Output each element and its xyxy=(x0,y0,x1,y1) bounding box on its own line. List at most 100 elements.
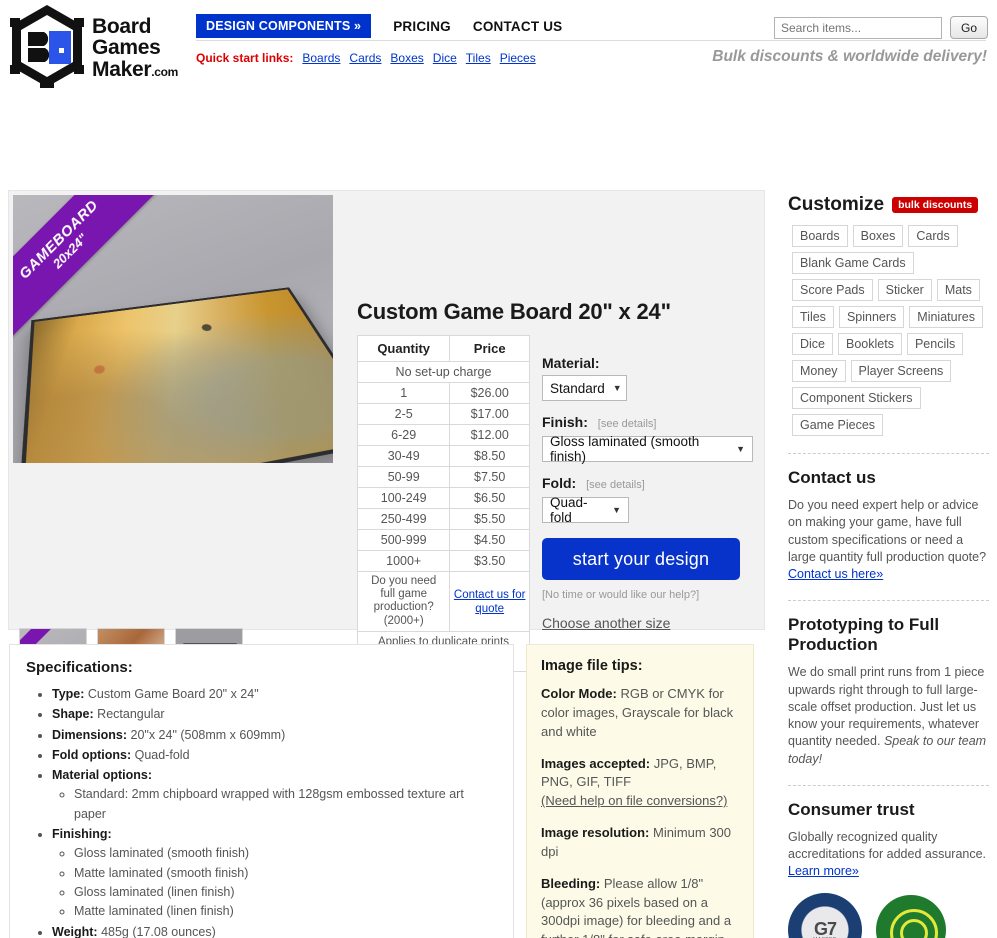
contact-us-for-quote-link[interactable]: Contact us for quote xyxy=(454,589,526,615)
customize-chip-mats[interactable]: Mats xyxy=(936,279,980,301)
tip-resolution-label: Image resolution: xyxy=(541,825,650,841)
customize-chip-cards[interactable]: Cards xyxy=(908,225,958,247)
spec-item-label: Finishing: xyxy=(52,827,112,841)
customize-chip-money[interactable]: Money xyxy=(792,360,846,382)
right-sidebar: Customize bulk discounts Boards Boxes Card… xyxy=(788,194,989,938)
tip-resolution: Image resolution: Minimum 300 dpi xyxy=(541,824,739,862)
spec-subitem: Matte laminated (smooth finish) xyxy=(74,864,497,883)
spec-item-label: Fold options: xyxy=(52,747,132,762)
spec-item-value: 20"x 24" (508mm x 609mm) xyxy=(127,727,286,742)
customize-chip-boards[interactable]: Boards xyxy=(792,225,848,247)
sidebar-divider-1 xyxy=(788,453,989,454)
customize-chip-component-stickers[interactable]: Component Stickers xyxy=(792,387,921,409)
table-row: 50-99 $7.50 xyxy=(356,466,530,488)
nav-contact-us[interactable]: CONTACT US xyxy=(473,19,563,34)
file-conversions-help-link[interactable]: (Need help on file conversions?) xyxy=(541,793,727,808)
quick-start-links: Quick start links: Boards Cards Boxes Dice Ti… xyxy=(196,51,536,65)
prototyping-body: We do small print runs from 1 piece upwa… xyxy=(788,664,989,768)
full-game-row: Do you need full game production? (2000+) C… xyxy=(356,571,530,632)
customize-chip-blank-game-cards[interactable]: Blank Game Cards xyxy=(792,252,914,274)
customize-chip-boxes[interactable]: Boxes xyxy=(852,225,904,247)
tip-bleeding-label: Bleeding: xyxy=(541,875,601,891)
product-options: Material: Standard ▼ Finish: [see detail… xyxy=(542,355,762,631)
quick-start-label: Quick start links: xyxy=(196,51,294,65)
customize-chip-dice[interactable]: Dice xyxy=(792,333,834,355)
tip-color-mode-label: Color Mode: xyxy=(541,686,617,701)
material-select[interactable]: Standard ▼ xyxy=(542,375,627,401)
customize-chip-spinners[interactable]: Spinners xyxy=(838,306,905,328)
table-row: 2-5 $17.00 xyxy=(356,403,530,425)
image-file-tips-title: Image file tips: xyxy=(541,658,643,674)
customize-chip-booklets[interactable]: Booklets xyxy=(838,333,902,355)
spec-subitem: Matte laminated (linen finish) xyxy=(74,902,497,921)
spec-item: Material options: Standard: 2mm chipboard… xyxy=(52,765,497,824)
site-logo[interactable]: Board Games Maker.com xyxy=(8,4,188,88)
spec-subitem: Gloss laminated (linen finish) xyxy=(74,883,497,902)
table-row: 1 $26.00 xyxy=(356,382,530,404)
spec-item-value: Quad-fold xyxy=(131,747,190,762)
contact-us-body: Do you need expert help or advice on mak… xyxy=(788,497,989,583)
quick-link-pieces[interactable]: Pieces xyxy=(500,51,536,65)
price-header-0: Quantity xyxy=(356,335,451,362)
full-game-quote-cell: Contact us for quote xyxy=(449,571,530,632)
certification-badges: G7 MASTER Cert. No. 05511P1083027ROL SGS… xyxy=(788,892,989,938)
fold-select[interactable]: Quad-fold ▼ xyxy=(542,495,629,525)
price-qty: 500-999 xyxy=(356,529,451,551)
page-title: Custom Game Board 20" x 24" xyxy=(357,299,671,324)
tip-images-accepted: Images accepted: JPG, BMP, PNG, GIF, TIF… xyxy=(541,755,739,812)
search-input[interactable] xyxy=(774,16,942,39)
contact-us-title: Contact us xyxy=(788,468,876,487)
search-go-button[interactable]: Go xyxy=(950,16,988,39)
spec-item: Type: Custom Game Board 20" x 24" xyxy=(52,684,497,704)
tip-color-mode: Color Mode: RGB or CMYK for color images… xyxy=(541,685,739,742)
full-game-question: Do you need full game production? (2000+) xyxy=(356,571,451,632)
nav-pricing[interactable]: PRICING xyxy=(393,19,451,34)
price-value: $3.50 xyxy=(449,550,530,572)
finish-select[interactable]: Gloss laminated (smooth finish) ▼ xyxy=(542,434,753,464)
g7-master-badge-icon: G7 MASTER xyxy=(788,892,862,938)
customize-chip-miniatures[interactable]: Miniatures xyxy=(909,306,983,328)
customize-chip-sticker[interactable]: Sticker xyxy=(877,279,932,301)
price-value: $5.50 xyxy=(449,508,530,530)
spec-item-value: Custom Game Board 20" x 24" xyxy=(84,687,259,701)
table-row: 30-49 $8.50 xyxy=(356,445,530,467)
price-value: $12.00 xyxy=(449,424,530,446)
start-your-design-button[interactable]: start your design xyxy=(542,538,740,580)
quick-link-boxes[interactable]: Boxes xyxy=(390,51,423,65)
price-value: $6.50 xyxy=(449,487,530,509)
spec-sublist: Standard: 2mm chipboard wrapped with 128… xyxy=(52,785,497,824)
china-environmental-label-icon xyxy=(876,894,946,938)
customize-chip-game-pieces[interactable]: Game Pieces xyxy=(792,414,884,436)
product-hero-image[interactable]: GAMEBOARD 20x24" xyxy=(13,195,333,463)
customize-chip-score-pads[interactable]: Score Pads xyxy=(792,279,873,301)
logo-dotcom: .com xyxy=(151,64,179,79)
price-value: $8.50 xyxy=(449,445,530,467)
choose-another-size-link[interactable]: Choose another size xyxy=(542,615,670,631)
tip-images-label: Images accepted: xyxy=(541,755,651,771)
logo-hex-icon xyxy=(10,5,84,88)
quick-link-tiles[interactable]: Tiles xyxy=(466,51,491,65)
fold-see-details-link[interactable]: [see details] xyxy=(586,479,645,491)
finish-see-details-link[interactable]: [see details] xyxy=(598,418,657,430)
learn-more-link[interactable]: Learn more» xyxy=(788,864,859,878)
site-header: Board Games Maker.com DESIGN COMPONENTS … xyxy=(0,0,997,90)
price-qty: 1 xyxy=(356,382,451,404)
material-label: Material: xyxy=(542,355,762,371)
price-value: $4.50 xyxy=(449,529,530,551)
customize-chip-pencils[interactable]: Pencils xyxy=(906,333,964,355)
nav-design-components[interactable]: DESIGN COMPONENTS » xyxy=(196,14,372,38)
customize-chip-tiles[interactable]: Tiles xyxy=(792,306,834,328)
sidebar-divider-2 xyxy=(788,600,989,602)
spec-item: Fold options: Quad-fold xyxy=(52,745,497,765)
customize-chip-player-screens[interactable]: Player Screens xyxy=(850,360,952,382)
quick-link-boards[interactable]: Boards xyxy=(302,51,340,65)
prototyping-title: Prototyping to Full Production xyxy=(788,615,940,655)
contact-us-here-link[interactable]: Contact us here» xyxy=(788,567,883,581)
quick-link-cards[interactable]: Cards xyxy=(349,51,381,65)
quick-link-dice[interactable]: Dice xyxy=(433,51,457,65)
price-header-1: Price xyxy=(449,335,530,362)
logo-line-2: Games xyxy=(92,36,161,60)
table-row: 100-249 $6.50 xyxy=(356,487,530,509)
certification-badge-row-1: G7 MASTER xyxy=(788,892,989,938)
chevron-down-icon: ▼ xyxy=(736,444,745,454)
